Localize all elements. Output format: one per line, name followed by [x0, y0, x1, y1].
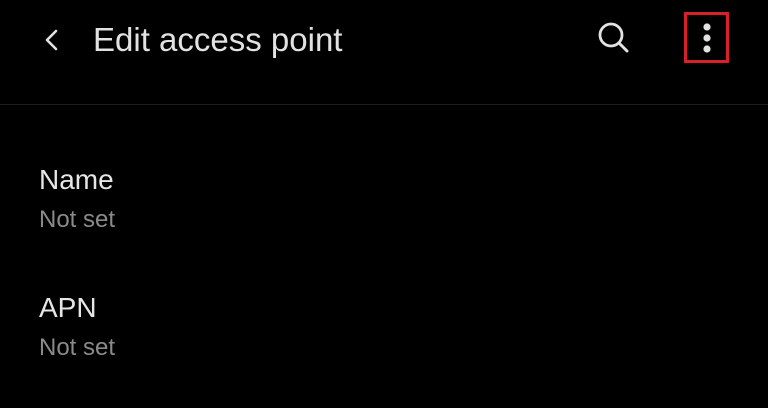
preference-apn[interactable]: APN Not set — [0, 278, 768, 396]
app-bar: Edit access point — [0, 0, 768, 104]
app-bar-divider — [0, 104, 768, 105]
more-options-button[interactable] — [684, 12, 729, 63]
preference-name[interactable]: Name Not set — [0, 150, 768, 268]
preference-apn-title: APN — [39, 292, 97, 323]
page-title: Edit access point — [93, 21, 343, 58]
preference-name-title: Name — [39, 164, 114, 195]
more-vert-icon — [702, 22, 711, 53]
chevron-left-icon — [45, 29, 58, 51]
search-icon — [598, 22, 629, 53]
edit-access-point-screen: Edit access point Name Not set APN Not s… — [0, 0, 768, 408]
back-button[interactable] — [30, 18, 74, 62]
preference-apn-summary: Not set — [39, 334, 116, 361]
search-button[interactable] — [590, 14, 638, 62]
preference-name-summary: Not set — [39, 206, 116, 233]
